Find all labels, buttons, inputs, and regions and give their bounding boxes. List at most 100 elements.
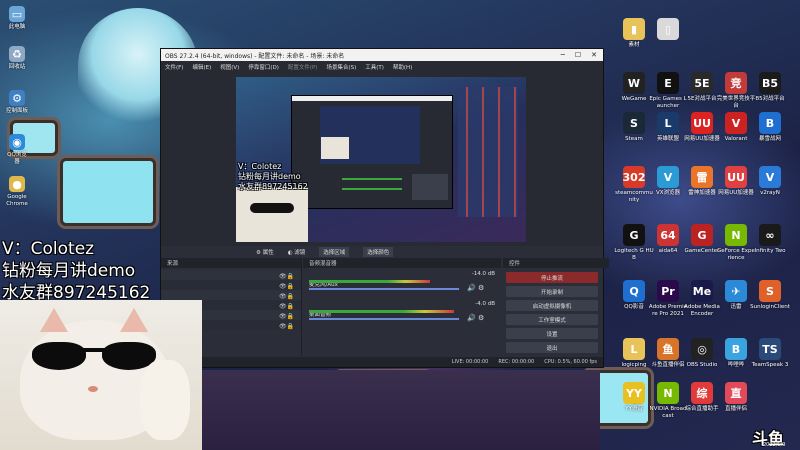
status-cpu: CPU: 0.5%, 60.00 fps (544, 359, 597, 365)
channel-2-slider[interactable] (309, 318, 459, 320)
obs-titlebar[interactable]: OBS 27.2.4 (64-bit, windows) - 配置文件: 未命名… (161, 49, 603, 61)
menu-help[interactable]: 帮助(H) (393, 63, 412, 71)
channel-2-meter (309, 310, 455, 313)
minimize-icon[interactable]: ─ (561, 51, 565, 59)
obs-statusbar: LIVE: 00:00:00 REC: 00:00:00 CPU: 0.5%, … (161, 357, 603, 367)
start-recording-button[interactable]: 开始录制 (506, 286, 598, 297)
desktop-icon[interactable]: ♻ 回收站 (5, 46, 29, 71)
mixer-channel-1: 麦克风/Aux -14.0 dB 🔊 ⚙ (309, 271, 495, 297)
desktop-icon[interactable]: 直直播伴侣 (716, 382, 756, 413)
menu-file[interactable]: 文件(F) (165, 63, 183, 71)
desktop-icon[interactable]: ⚙ 控制面板 (5, 90, 29, 115)
app-icon: ▯ (657, 18, 679, 40)
close-icon[interactable]: ✕ (591, 51, 597, 59)
desktop-icon-label: Infinity Two (754, 248, 786, 254)
desktop-icon-label: 素材 (628, 42, 640, 48)
app-icon: L (657, 112, 679, 134)
desktop-icon[interactable]: ◉ QQ浏览器 (5, 134, 29, 166)
preview-right-icons (458, 87, 518, 217)
desktop-icon-label: Google Chrome (6, 194, 28, 207)
desktop-icon[interactable]: ∞ Infinity Two (750, 224, 790, 255)
app-icon: ● (9, 176, 25, 192)
channel-1-volume-icon[interactable]: 🔊 ⚙ (467, 284, 484, 292)
app-icon: ▮ (623, 18, 645, 40)
tab-select-color[interactable]: 选择颜色 (363, 247, 394, 257)
cat-ear-left (40, 308, 68, 332)
preview-inner-obs (291, 95, 453, 209)
desktop-icon[interactable]: B5 B5对战平台 (750, 72, 790, 103)
app-icon: ◎ (691, 338, 713, 360)
obs-title: OBS 27.2.4 (64-bit, windows) - 配置文件: 未命名… (165, 52, 345, 60)
desktop-icon[interactable]: TS TeamSpeak 3 (750, 338, 790, 369)
tab-select-region[interactable]: 选择区域 (319, 247, 350, 257)
desktop-icon[interactable]: B 暴雪战网 (750, 112, 790, 143)
preview-cat-small (321, 137, 349, 159)
app-icon: 鱼 (657, 338, 679, 360)
maximize-icon[interactable]: ☐ (575, 51, 581, 59)
desktop-icon-label: B5对战平台 (755, 96, 785, 102)
app-icon: V (759, 166, 781, 188)
start-virtual-camera-button[interactable]: 启动虚拟摄像机 (506, 300, 598, 311)
tab-properties[interactable]: ⚙ 属性 (256, 248, 274, 256)
desktop-icon-label: 直播伴侣 (724, 406, 747, 412)
menu-scene-collection[interactable]: 场景集合(S) (326, 63, 356, 71)
desktop-icon[interactable]: S SunloginClient (750, 280, 790, 311)
taskbar-clock: 2022/5/9 (763, 442, 786, 448)
obs-preview[interactable]: V：Colotez 钻粉每月讲demo 水友群897245162 (236, 77, 526, 242)
desktop-icon[interactable]: ▭ 此电脑 (5, 6, 29, 31)
app-icon: S (759, 280, 781, 302)
app-icon: ⚙ (9, 90, 25, 106)
app-icon: 64 (657, 224, 679, 246)
tab-filters[interactable]: ◐ 滤镜 (288, 248, 306, 256)
menu-profile[interactable]: 配置文件(P) (288, 63, 318, 71)
stop-streaming-button[interactable]: 停止推流 (506, 272, 598, 283)
sunglasses-icon (32, 342, 160, 372)
menu-view[interactable]: 视图(V) (220, 63, 239, 71)
studio-mode-button[interactable]: 工作室模式 (506, 314, 598, 325)
cat-ear-right (120, 308, 148, 332)
settings-button[interactable]: 设置 (506, 328, 598, 339)
channel-1-meter (309, 280, 430, 283)
desktop-icon[interactable]: ● Google Chrome (5, 176, 29, 208)
source-toolbar: ⚙ 属性 ◐ 滤镜 选择区域 选择颜色 (161, 246, 603, 258)
app-icon: L (623, 338, 645, 360)
app-icon: UU (691, 112, 713, 134)
obs-docks: ⚙ 属性 ◐ 滤镜 选择区域 选择颜色 来源 👁🔒 👁🔒 👁🔒 👁🔒 👁🔒 👁🔒 音频混音… (161, 246, 609, 367)
app-icon: V (725, 112, 747, 134)
desktop-icon-label: 回收站 (8, 64, 26, 70)
obs-window[interactable]: OBS 27.2.4 (64-bit, windows) - 配置文件: 未命名… (160, 48, 609, 368)
cat-nose (88, 386, 98, 392)
exit-button[interactable]: 退出 (506, 342, 598, 353)
channel-2-volume-icon[interactable]: 🔊 ⚙ (467, 314, 484, 322)
app-icon: ▭ (9, 6, 25, 22)
desktop-icon[interactable]: Vv2rayN (750, 166, 790, 197)
status-rec: REC: 00:00:00 (498, 359, 535, 365)
wallpaper-tv-center (60, 158, 156, 226)
mixer-channel-2: 桌面音频 -4.0 dB 🔊 ⚙ (309, 301, 495, 327)
app-icon: 竞 (725, 72, 747, 94)
app-icon: ✈ (725, 280, 747, 302)
app-icon: Me (691, 280, 713, 302)
app-icon: E (657, 72, 679, 94)
desktop-icon-label: TeamSpeak 3 (751, 362, 789, 368)
channel-1-db: -14.0 dB (471, 271, 495, 277)
menu-tools[interactable]: 工具(T) (365, 63, 384, 71)
app-icon: Q (623, 280, 645, 302)
source-eye-icons[interactable]: 👁🔒 👁🔒 👁🔒 👁🔒 👁🔒 👁🔒 (279, 272, 297, 332)
app-icon: 5E (691, 72, 713, 94)
mixer-panel: 音频混音器 麦克风/Aux -14.0 dB 🔊 ⚙ 桌面音频 -4.0 dB … (303, 258, 501, 356)
obs-menubar: 文件(F) 编辑(E) 视图(V) 停靠窗口(D) 配置文件(P) 场景集合(S… (161, 61, 603, 72)
channel-2-db: -4.0 dB (475, 301, 495, 307)
preview-cat (236, 187, 308, 242)
cat-paw (140, 360, 190, 440)
sources-title: 来源 (161, 258, 301, 268)
menu-docks[interactable]: 停靠窗口(D) (248, 63, 279, 71)
app-icon: 综 (691, 382, 713, 404)
channel-1-slider[interactable] (309, 288, 459, 290)
status-live: LIVE: 00:00:00 (451, 359, 489, 365)
desktop-icon-label: 此电脑 (8, 24, 26, 30)
menu-edit[interactable]: 编辑(E) (192, 63, 211, 71)
desktop-icon[interactable]: ▯ (648, 18, 688, 42)
app-icon: G (691, 224, 713, 246)
desktop-icon-label: 暴雪战网 (758, 136, 781, 142)
